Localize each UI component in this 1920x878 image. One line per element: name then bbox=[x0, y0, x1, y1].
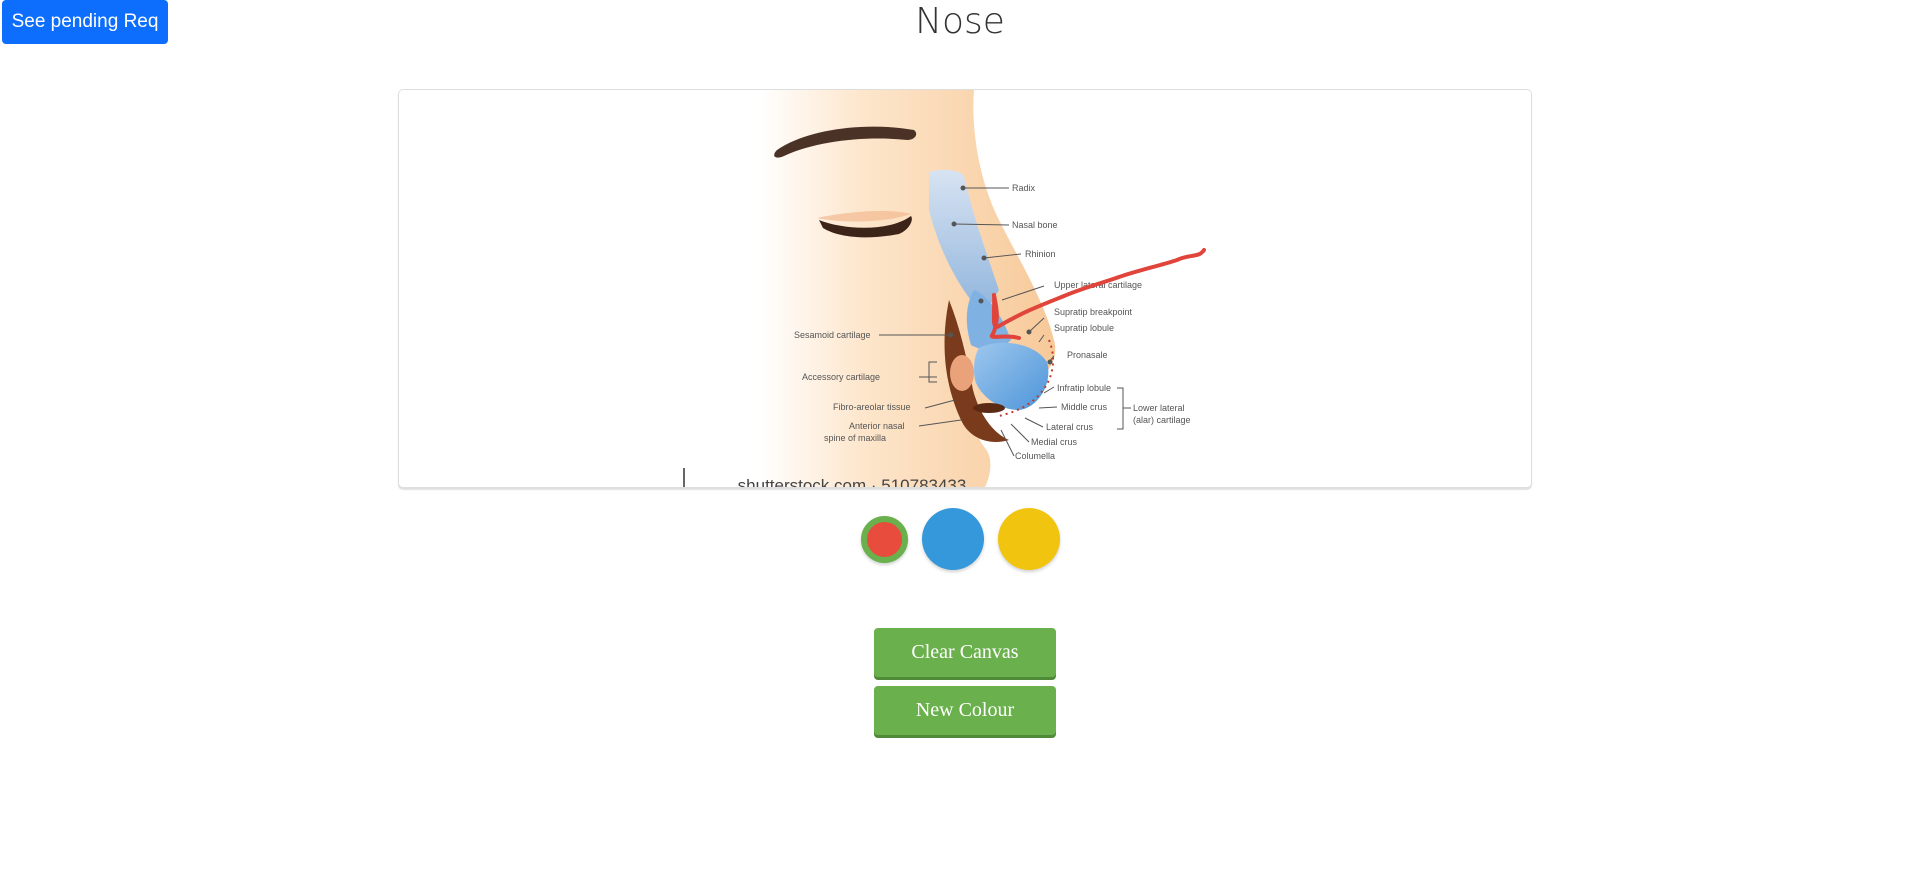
label-middle-crus: Middle crus bbox=[1061, 402, 1108, 412]
label-lower-lateral: Lower lateral bbox=[1133, 403, 1185, 413]
drawing-canvas[interactable]: Radix Nasal bone Rhinion Upper lateral c… bbox=[398, 89, 1532, 488]
label-accessory-cartilage: Accessory cartilage bbox=[802, 372, 880, 382]
new-colour-button[interactable]: New Colour bbox=[874, 686, 1056, 735]
page-title: Nose bbox=[915, 1, 1005, 42]
face-silhouette bbox=[759, 90, 1056, 487]
label-rhinion: Rhinion bbox=[1025, 249, 1056, 259]
label-alar-cartilage: (alar) cartilage bbox=[1133, 415, 1191, 425]
label-spine-of-maxilla: spine of maxilla bbox=[824, 433, 886, 443]
label-anterior-nasal: Anterior nasal bbox=[849, 421, 905, 431]
label-nasal-bone: Nasal bone bbox=[1012, 220, 1058, 230]
watermark: shutterstock.com · 510783433 bbox=[738, 476, 967, 488]
label-lateral-crus: Lateral crus bbox=[1046, 422, 1094, 432]
label-supratip-breakpoint: Supratip breakpoint bbox=[1054, 307, 1133, 317]
nostril bbox=[973, 403, 1005, 413]
blue-color-swatch[interactable] bbox=[921, 508, 984, 570]
yellow-color-swatch[interactable] bbox=[997, 508, 1060, 570]
drawing-page: See pending Req Nose Radix Nasal bone Rh… bbox=[0, 0, 1920, 878]
color-swatches bbox=[0, 506, 1920, 572]
label-fibro-areolar-tissue: Fibro-areolar tissue bbox=[833, 402, 911, 412]
red-color-swatch[interactable] bbox=[860, 515, 908, 563]
nose-anatomy-illustration: Radix Nasal bone Rhinion Upper lateral c… bbox=[683, 90, 1206, 488]
label-sesamoid-cartilage: Sesamoid cartilage bbox=[794, 330, 871, 340]
label-pronasale: Pronasale bbox=[1067, 350, 1108, 360]
label-columella: Columella bbox=[1015, 451, 1055, 461]
label-radix: Radix bbox=[1012, 183, 1036, 193]
see-pending-requests-button[interactable]: See pending Req bbox=[2, 0, 168, 44]
label-medial-crus: Medial crus bbox=[1031, 437, 1078, 447]
label-supratip-lobule: Supratip lobule bbox=[1054, 323, 1114, 333]
clear-canvas-button[interactable]: Clear Canvas bbox=[874, 628, 1056, 677]
label-infratip-lobule: Infratip lobule bbox=[1057, 383, 1111, 393]
accessory-cartilage-shape bbox=[950, 355, 974, 391]
